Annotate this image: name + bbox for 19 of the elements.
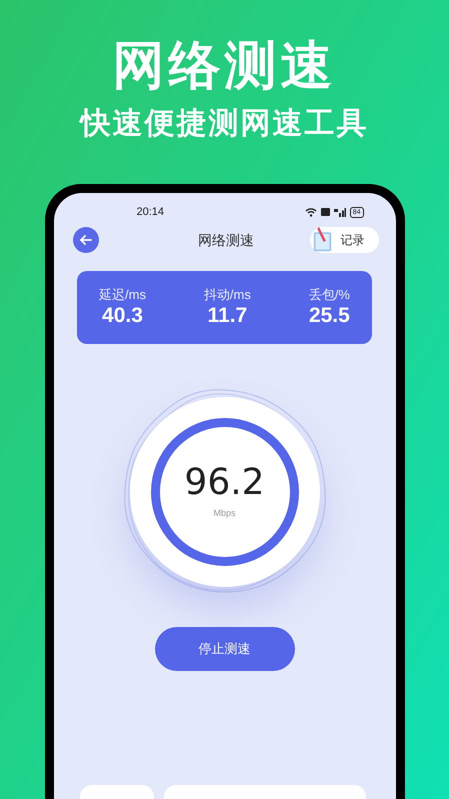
subtitle: 快速便捷测网速工具 bbox=[80, 106, 368, 142]
back-button[interactable] bbox=[72, 227, 98, 253]
stat-label: 抖动/ms bbox=[204, 286, 251, 302]
stat-value: 11.7 bbox=[208, 302, 248, 328]
status-time: 20:14 bbox=[136, 204, 164, 220]
signal-icon bbox=[334, 208, 346, 216]
back-arrow-icon bbox=[80, 235, 92, 245]
stat-value: 25.5 bbox=[308, 302, 350, 328]
title: 网络测速 bbox=[112, 36, 336, 96]
wifi-icon bbox=[304, 208, 317, 216]
speed-value: 96.2 bbox=[184, 463, 265, 504]
page-title: 网络测速 bbox=[198, 230, 254, 250]
notepad-icon bbox=[312, 227, 332, 253]
stat-label: 丢包/% bbox=[308, 286, 350, 302]
speed-unit: Mbps bbox=[213, 507, 236, 520]
stat-value: 40.3 bbox=[102, 302, 143, 328]
stop-test-button[interactable]: 停止测速 bbox=[154, 627, 294, 671]
record-button[interactable]: 记录 bbox=[310, 227, 378, 253]
stat-label: 延迟/ms bbox=[99, 286, 146, 302]
